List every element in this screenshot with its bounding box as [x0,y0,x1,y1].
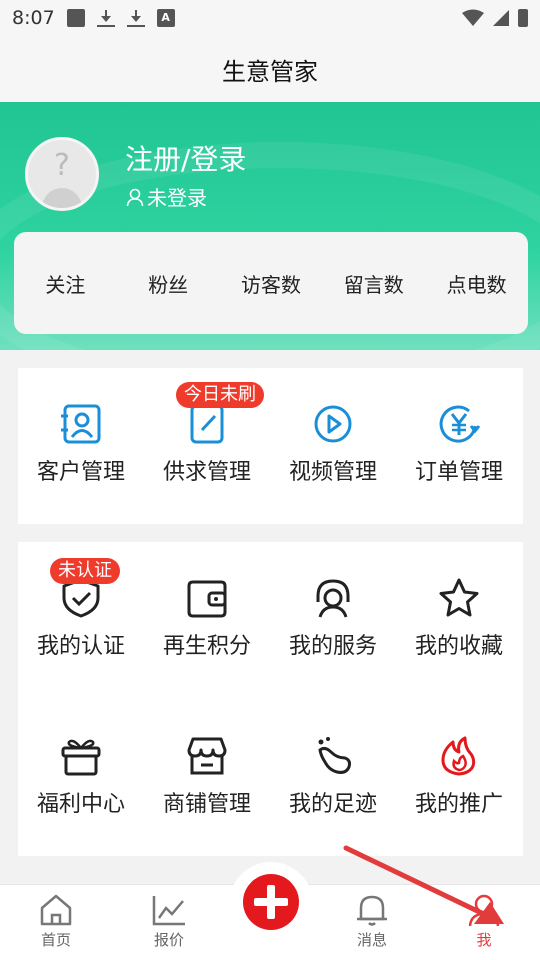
wifi-icon [462,9,484,26]
supply-demand-management-button[interactable]: 供求管理 [144,404,270,486]
user-outline-icon [126,188,144,206]
download-icon [126,9,145,27]
headset-icon [316,579,350,618]
status-bar: 8:07 A [0,0,540,36]
shop-icon [187,737,227,775]
footprint-icon [318,737,351,774]
welfare-center-button[interactable]: 福利中心 [18,736,144,818]
plus-icon [243,874,299,930]
services-card: 我的认证 未认证 再生积分 我的服务 我的收藏 福利中心 商铺管理 我的足迹 我… [18,542,523,856]
my-footprints-button[interactable]: 我的足迹 [270,736,396,818]
wallet-icon [187,580,227,618]
customer-management-label: 客户管理 [36,460,125,485]
home-icon [40,894,72,926]
trend-chart-icon [152,896,185,926]
stat-following[interactable]: 关注 [14,269,117,298]
signal-icon [493,10,509,26]
page-title: 生意管家 [222,57,318,86]
recycling-points-button[interactable]: 再生积分 [144,578,270,660]
status-time: 8:07 [12,7,55,29]
my-certification-button[interactable]: 我的认证 [18,578,144,660]
video-management-button[interactable]: 视频管理 [270,404,396,486]
order-management-button[interactable]: 订单管理 [396,404,522,486]
order-management-label: 订单管理 [414,460,503,485]
my-services-label: 我的服务 [288,634,377,659]
supply-demand-management-label: 供求管理 [162,460,251,485]
video-play-icon [314,405,352,443]
login-register-link[interactable]: 注册/登录 [125,138,246,178]
title-bar: 生意管家 [0,36,540,102]
shop-management-button[interactable]: 商铺管理 [144,736,270,818]
my-favorites-label: 我的收藏 [414,634,503,659]
tab-home-label: 首页 [40,931,71,949]
my-certification-label: 我的认证 [36,634,125,659]
supply-edit-icon [190,404,224,444]
stat-visitors[interactable]: 访客数 [220,269,323,298]
yuan-order-icon [439,405,481,443]
battery-icon [518,9,528,27]
profile-header: ? 注册/登录 未登录 关注 粉丝 访客数 留言数 点电数 [0,102,540,350]
customer-management-button[interactable]: 客户管理 [18,404,144,486]
video-management-label: 视频管理 [288,460,377,485]
my-favorites-button[interactable]: 我的收藏 [396,578,522,660]
my-promotion-label: 我的推广 [414,792,503,817]
customer-icon [61,404,101,444]
flame-icon [441,736,476,776]
tab-me-label: 我 [476,931,492,949]
avatar-silhouette [42,188,82,208]
tab-messages-label: 消息 [356,931,387,949]
tab-quote-label: 报价 [153,931,184,949]
my-services-button[interactable]: 我的服务 [270,578,396,660]
management-card: 客户管理 供求管理 今日未刷 视频管理 订单管理 [18,368,523,524]
welfare-center-label: 福利中心 [36,792,125,817]
user-icon [468,894,500,927]
gift-icon [61,739,101,776]
avatar[interactable]: ? [25,137,99,211]
star-icon [439,578,479,617]
download-icon [96,9,115,27]
tab-messages[interactable]: 消息 [332,893,412,950]
app-notification-icon: A [156,9,175,27]
stat-calls[interactable]: 点电数 [425,269,528,298]
login-status-label: 未登录 [147,186,207,210]
shop-management-label: 商铺管理 [162,792,251,817]
tab-home[interactable]: 首页 [16,893,96,950]
uncertified-badge: 未认证 [50,558,120,584]
stats-card: 关注 粉丝 访客数 留言数 点电数 [14,232,528,334]
recycling-points-label: 再生积分 [162,634,251,659]
stat-fans[interactable]: 粉丝 [117,269,220,298]
tab-me[interactable]: 我 [444,893,524,950]
stat-messages[interactable]: 留言数 [322,269,425,298]
my-promotion-button[interactable]: 我的推广 [396,736,522,818]
shield-check-icon [62,578,100,618]
my-footprints-label: 我的足迹 [288,792,377,817]
login-status: 未登录 [125,182,207,211]
not-refreshed-today-badge: 今日未刷 [176,382,264,408]
question-mark-icon: ? [54,148,70,183]
bell-icon [357,895,387,926]
post-button[interactable] [229,862,313,946]
tab-quote[interactable]: 报价 [129,893,209,950]
image-notification-icon [66,9,85,27]
